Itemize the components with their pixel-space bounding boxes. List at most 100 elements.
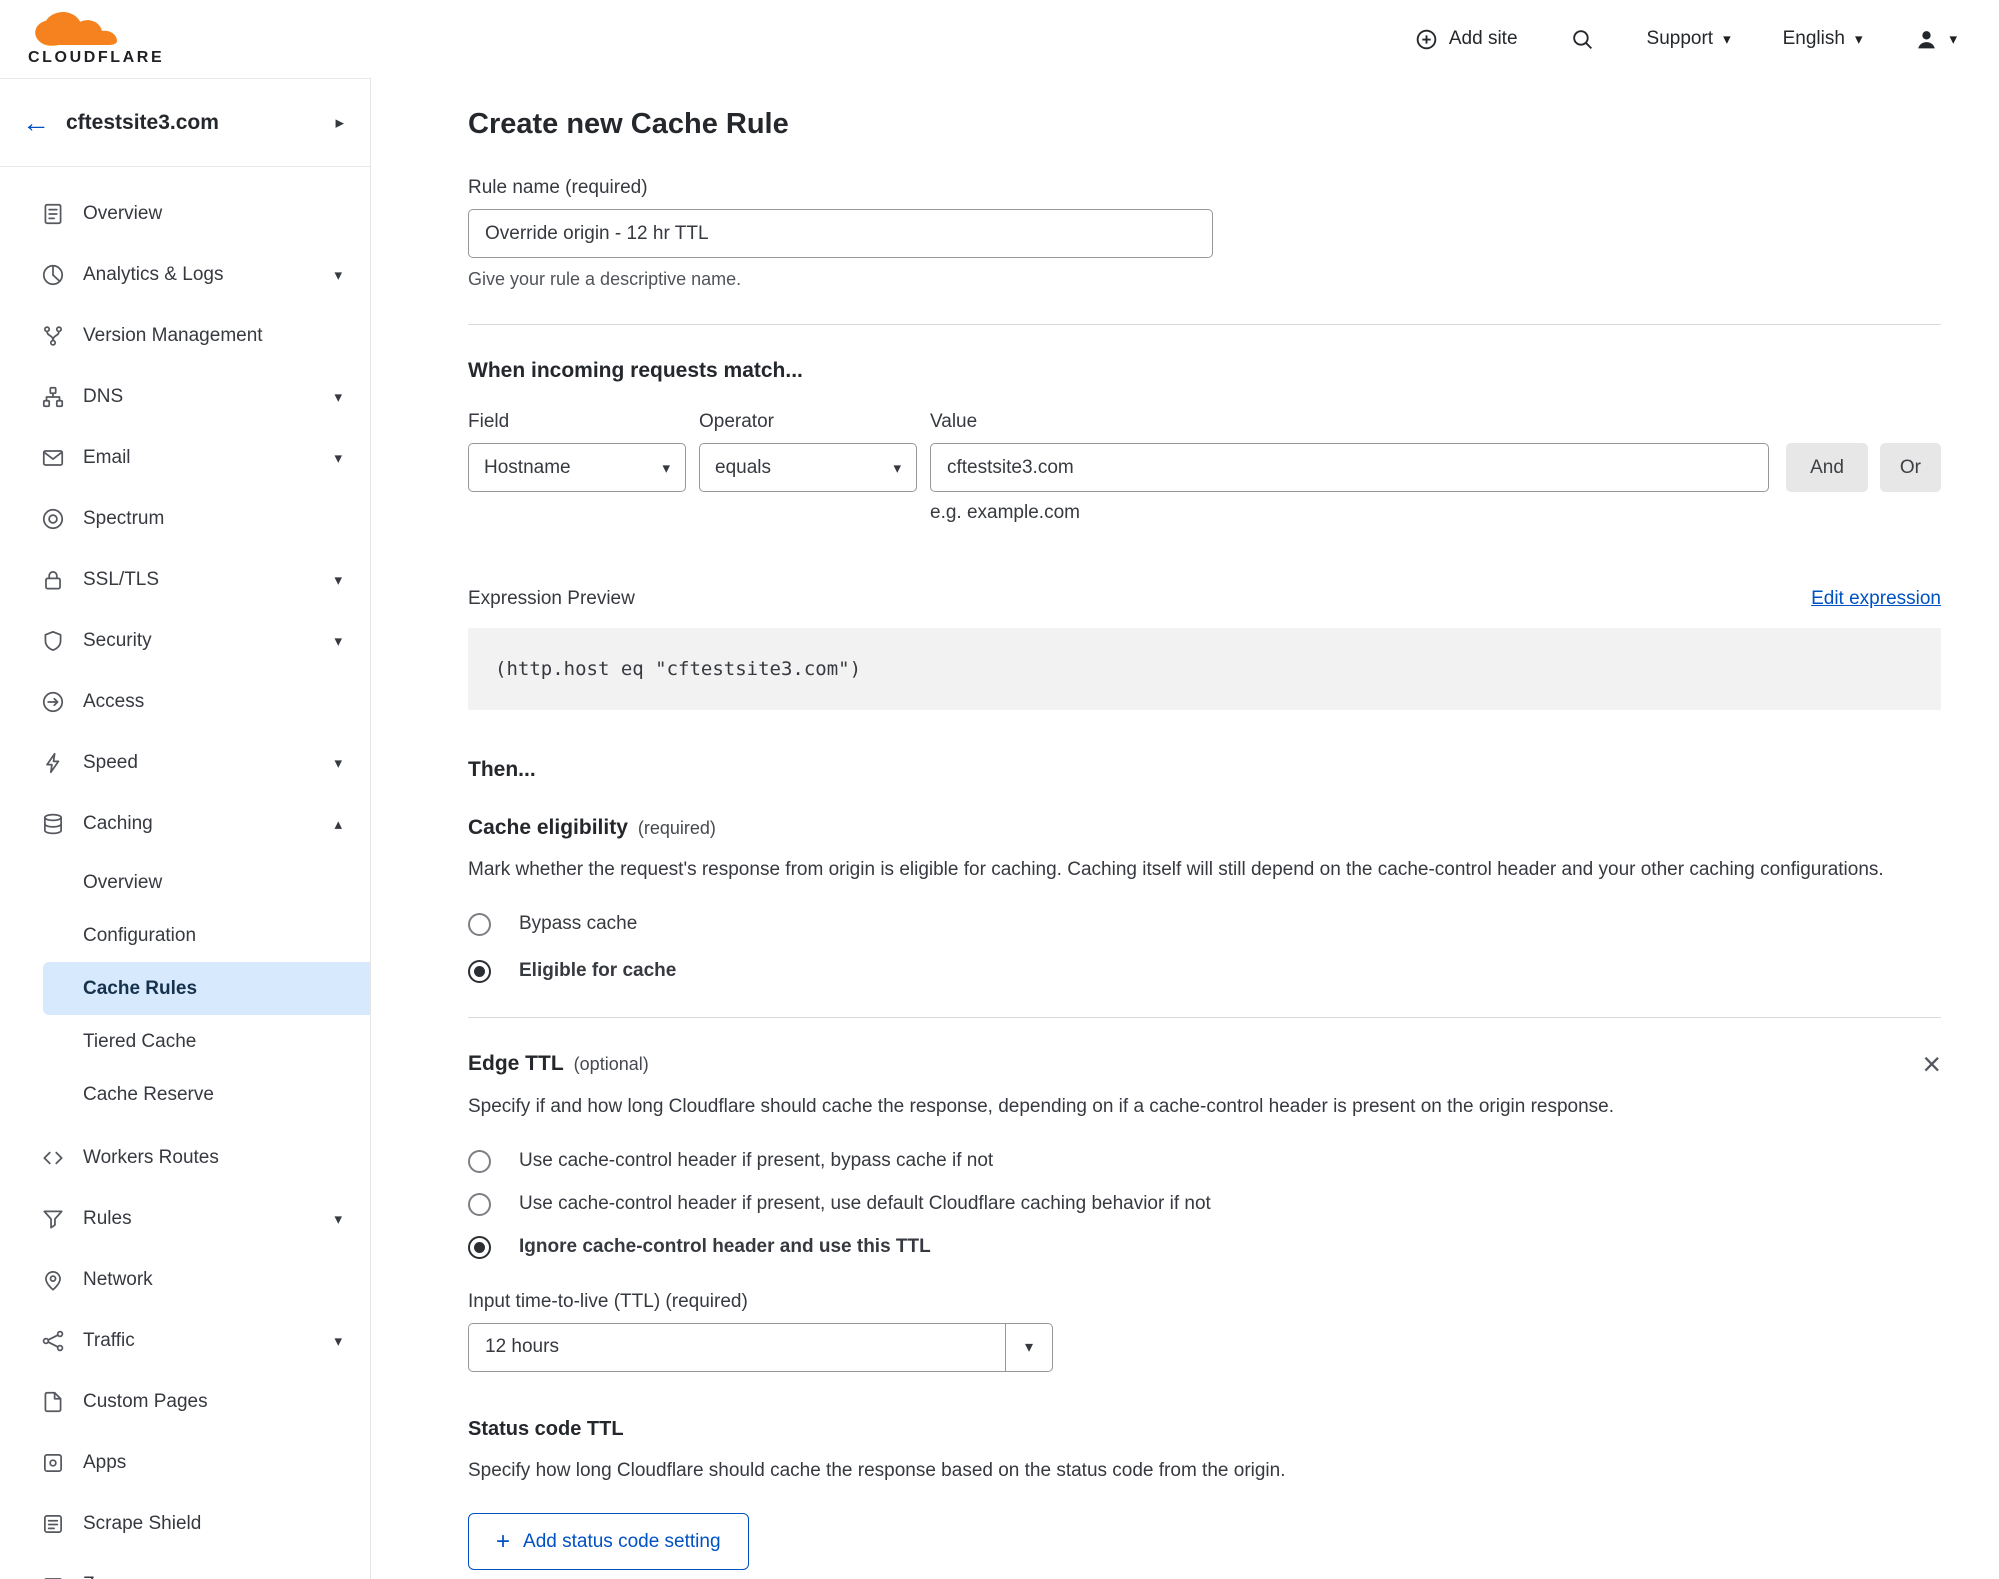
chevron-down-icon: ▾ xyxy=(334,1210,342,1228)
sidebar-item-ssl-tls[interactable]: SSL/TLS ▾ xyxy=(0,549,370,610)
ttl-select[interactable]: 12 hours ▾ xyxy=(468,1322,1053,1372)
sidebar-item-rules[interactable]: Rules ▾ xyxy=(0,1188,370,1249)
sidebar-item-label: Network xyxy=(83,1268,153,1290)
chevron-down-icon: ▾ xyxy=(334,388,342,406)
edge-ttl-description: Specify if and how long Cloudflare shoul… xyxy=(468,1096,1615,1118)
support-menu[interactable]: Support ▾ xyxy=(1647,28,1731,50)
sidebar-item-access[interactable]: Access xyxy=(0,671,370,732)
value-helper: e.g. example.com xyxy=(930,502,1080,523)
sidebar-item-label: Version Management xyxy=(83,324,263,346)
radio-cache-control-default[interactable]: Use cache-control header if present, use… xyxy=(468,1192,1941,1216)
sidebar-item-dns[interactable]: DNS ▾ xyxy=(0,366,370,427)
language-menu[interactable]: English ▾ xyxy=(1783,28,1863,50)
edge-ttl-section: Edge TTL (optional) × Specify if and how… xyxy=(468,1048,1941,1571)
cloudflare-cloud-icon xyxy=(35,11,118,46)
sidebar-item-label: Scrape Shield xyxy=(83,1512,202,1534)
add-status-code-button[interactable]: + Add status code setting xyxy=(468,1513,749,1571)
optional-tag: (optional) xyxy=(573,1053,649,1074)
field-select[interactable]: Hostname ▾ xyxy=(468,443,686,492)
top-header: CLOUDFLARE Add site Support ▾ English ▾ … xyxy=(0,0,1999,78)
account-menu[interactable]: ▾ xyxy=(1914,27,1957,52)
chevron-right-icon[interactable]: ▸ xyxy=(335,113,344,133)
sidebar-item-caching[interactable]: Caching ▴ xyxy=(0,793,370,854)
edge-ttl-options: Use cache-control header if present, byp… xyxy=(468,1149,1941,1259)
sidebar-item-scrape-shield[interactable]: Scrape Shield xyxy=(0,1493,370,1554)
or-button[interactable]: Or xyxy=(1879,443,1941,492)
back-arrow-icon[interactable]: ← xyxy=(22,108,50,137)
expression-code: (http.host eq "cftestsite3.com") xyxy=(468,628,1941,710)
sidebar-subitem-configuration[interactable]: Configuration xyxy=(43,909,370,962)
radio-cache-control-bypass[interactable]: Use cache-control header if present, byp… xyxy=(468,1149,1941,1173)
zaraz-icon xyxy=(40,1572,66,1579)
sidebar-subitem-cache-reserve[interactable]: Cache Reserve xyxy=(43,1068,370,1121)
lock-icon xyxy=(40,567,66,593)
operator-label: Operator xyxy=(699,411,774,432)
sidebar-item-label: Analytics & Logs xyxy=(83,263,224,285)
and-button[interactable]: And xyxy=(1786,443,1868,492)
sidebar-item-email[interactable]: Email ▾ xyxy=(0,427,370,488)
value-input[interactable] xyxy=(930,443,1770,492)
search-button[interactable] xyxy=(1570,27,1595,52)
sidebar-item-speed[interactable]: Speed ▾ xyxy=(0,732,370,793)
ttl-dropdown-button[interactable]: ▾ xyxy=(1005,1322,1053,1372)
operator-select-value: equals xyxy=(715,456,771,478)
sidebar-item-spectrum[interactable]: Spectrum xyxy=(0,488,370,549)
sidebar-item-custom-pages[interactable]: Custom Pages xyxy=(0,1371,370,1432)
sidebar-item-traffic[interactable]: Traffic ▾ xyxy=(0,1310,370,1371)
chevron-down-icon: ▾ xyxy=(893,459,901,477)
cloudflare-wordmark: CLOUDFLARE xyxy=(28,48,165,66)
then-heading: Then... xyxy=(468,758,536,781)
operator-select[interactable]: equals ▾ xyxy=(699,443,917,492)
chevron-down-icon: ▾ xyxy=(334,1576,342,1579)
rule-name-label: Rule name (required) xyxy=(468,177,648,198)
close-icon[interactable]: × xyxy=(1922,1048,1941,1080)
sidebar-subitem-overview[interactable]: Overview xyxy=(43,856,370,909)
sidebar-item-label: Caching xyxy=(83,812,153,834)
sidebar-item-label: Security xyxy=(83,629,152,651)
sidebar-item-workers-routes[interactable]: Workers Routes xyxy=(0,1127,370,1188)
database-icon xyxy=(40,811,66,837)
sidebar-subitem-cache-rules[interactable]: Cache Rules xyxy=(43,962,370,1015)
edit-expression-link[interactable]: Edit expression xyxy=(1811,588,1941,610)
sidebar-item-overview[interactable]: Overview xyxy=(0,183,370,244)
sidebar-item-label: Zaraz xyxy=(83,1574,132,1579)
cache-eligibility-heading: Cache eligibility xyxy=(468,816,628,839)
sidebar-item-security[interactable]: Security ▾ xyxy=(0,610,370,671)
radio-ignore-cache-control[interactable]: Ignore cache-control header and use this… xyxy=(468,1235,1941,1259)
ttl-select-value: 12 hours xyxy=(468,1322,1006,1372)
edge-ttl-heading: Edge TTL xyxy=(468,1051,564,1075)
sidebar-item-version-management[interactable]: Version Management xyxy=(0,305,370,366)
chevron-down-icon: ▾ xyxy=(334,266,342,284)
sidebar-subitem-label: Cache Reserve xyxy=(83,1083,214,1105)
sidebar-item-network[interactable]: Network xyxy=(0,1249,370,1310)
sidebar-subitem-label: Overview xyxy=(83,871,163,893)
chevron-down-icon: ▾ xyxy=(334,632,342,650)
status-code-ttl-heading: Status code TTL xyxy=(468,1417,624,1440)
add-site-button[interactable]: Add site xyxy=(1414,27,1518,52)
sidebar-item-zaraz[interactable]: Zaraz ▾ xyxy=(0,1554,370,1579)
search-icon xyxy=(1570,27,1595,52)
radio-icon xyxy=(468,1235,491,1259)
chevron-down-icon: ▾ xyxy=(1854,30,1863,48)
sidebar-item-label: Speed xyxy=(83,751,138,773)
field-label: Field xyxy=(468,411,510,432)
support-label: Support xyxy=(1646,28,1714,49)
radio-bypass-cache[interactable]: Bypass cache xyxy=(468,912,1941,936)
divider xyxy=(468,324,1941,325)
chevron-down-icon: ▾ xyxy=(334,449,342,467)
rule-name-input[interactable] xyxy=(468,209,1213,258)
sidebar-item-label: Apps xyxy=(83,1451,127,1473)
radio-eligible-for-cache[interactable]: Eligible for cache xyxy=(468,959,1941,983)
chevron-down-icon: ▾ xyxy=(1723,30,1731,48)
divider xyxy=(468,1016,1941,1018)
add-site-label: Add site xyxy=(1448,28,1518,49)
sidebar-item-label: Access xyxy=(83,690,145,712)
sidebar-subitem-tiered-cache[interactable]: Tiered Cache xyxy=(43,1015,370,1068)
bolt-icon xyxy=(40,750,66,776)
cache-eligibility-options: Bypass cache Eligible for cache xyxy=(468,912,1941,983)
cloudflare-logo[interactable]: CLOUDFLARE xyxy=(28,11,165,67)
sidebar-item-apps[interactable]: Apps xyxy=(0,1432,370,1493)
sidebar-item-analytics-logs[interactable]: Analytics & Logs ▾ xyxy=(0,244,370,305)
chevron-down-icon: ▾ xyxy=(1949,30,1957,48)
sidebar-nav: Overview Analytics & Logs ▾ Version Managem… xyxy=(0,167,370,1579)
